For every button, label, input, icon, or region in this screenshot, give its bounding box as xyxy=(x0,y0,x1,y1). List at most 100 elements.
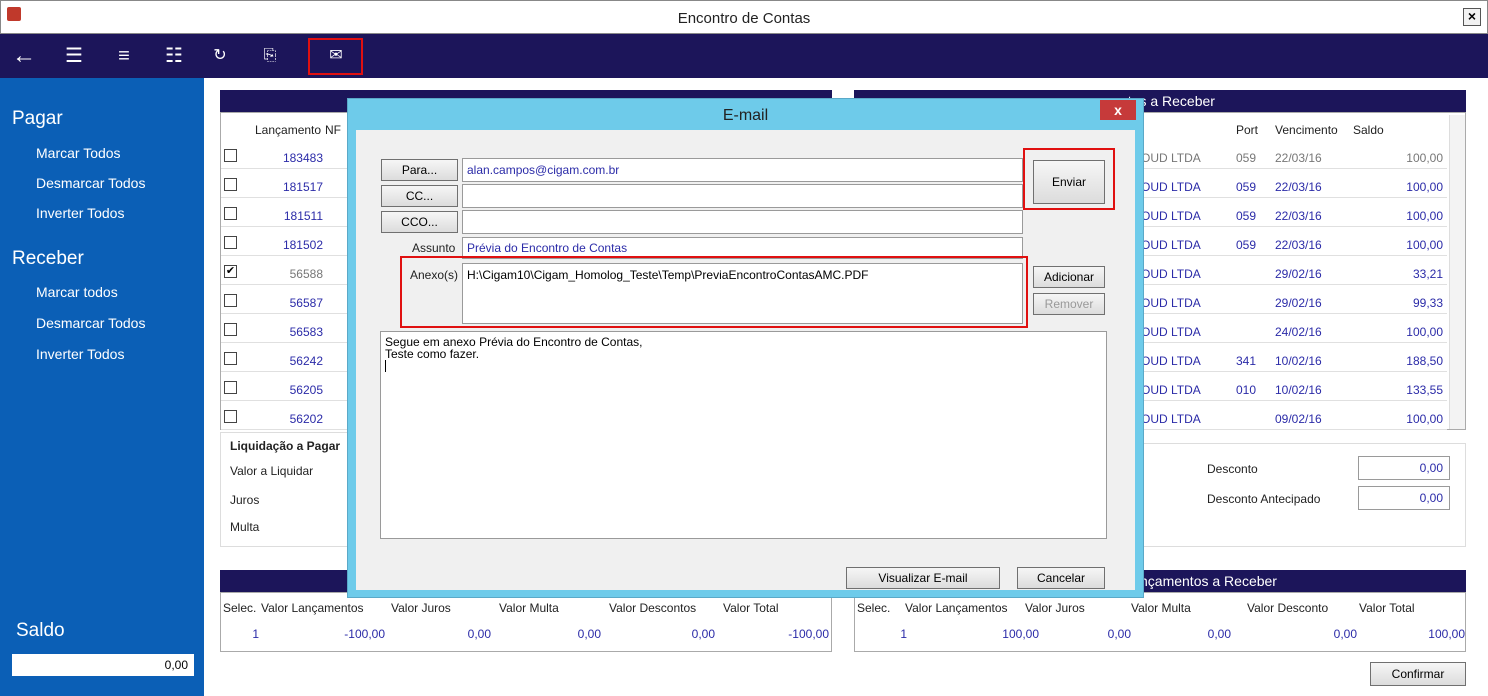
saldo-cell[interactable]: 188,50 xyxy=(1353,354,1443,368)
vencimento-cell[interactable]: 22/03/16 xyxy=(1275,180,1322,194)
row-checkbox[interactable]: ✔ xyxy=(224,265,237,278)
vencimento-cell[interactable]: 10/02/16 xyxy=(1275,383,1322,397)
lancamento-cell[interactable]: 56588 xyxy=(255,267,323,281)
row-divider xyxy=(1135,284,1447,285)
checklist-icon[interactable]: ☰ xyxy=(54,34,94,78)
clipboard-icon[interactable]: ⎘ xyxy=(250,34,290,78)
vencimento-cell[interactable]: 22/03/16 xyxy=(1275,151,1322,165)
saldo-cell[interactable]: 33,21 xyxy=(1353,267,1443,281)
liquidacao-title: Liquidação a Pagar xyxy=(230,439,341,453)
vencimento-cell[interactable]: 22/03/16 xyxy=(1275,238,1322,252)
row-checkbox[interactable] xyxy=(224,294,237,307)
lancamento-cell[interactable]: 56202 xyxy=(255,412,323,426)
port-cell[interactable]: 059 xyxy=(1236,238,1256,252)
vencimento-cell[interactable]: 29/02/16 xyxy=(1275,296,1322,310)
cliente-cell[interactable]: OUD LTDA xyxy=(1141,180,1201,194)
filter-list-icon[interactable]: ☷ xyxy=(154,34,194,78)
enviar-highlight xyxy=(1023,148,1115,210)
vencimento-cell[interactable]: 22/03/16 xyxy=(1275,209,1322,223)
cliente-cell[interactable]: OUD LTDA xyxy=(1141,238,1201,252)
confirmar-button[interactable]: Confirmar xyxy=(1370,662,1466,686)
cc-button[interactable]: CC... xyxy=(381,185,458,207)
saldo-cell[interactable]: 133,55 xyxy=(1353,383,1443,397)
saldo-label: Saldo xyxy=(16,620,65,641)
vencimento-cell[interactable]: 29/02/16 xyxy=(1275,267,1322,281)
cliente-cell[interactable]: OUD LTDA xyxy=(1141,209,1201,223)
port-cell[interactable]: 341 xyxy=(1236,354,1256,368)
dialog-close-button[interactable]: x xyxy=(1100,100,1136,120)
row-checkbox[interactable] xyxy=(224,323,237,336)
toolbar: ← ☰ ≡ ☷ ↻ ⎘ ✉ xyxy=(0,34,1488,78)
row-checkbox[interactable] xyxy=(224,381,237,394)
desconto-field[interactable]: 0,00 xyxy=(1358,456,1450,480)
lancamento-cell[interactable]: 56242 xyxy=(255,354,323,368)
pagar-inverter-todos[interactable]: Inverter Todos xyxy=(36,205,124,221)
saldo-cell[interactable]: 100,00 xyxy=(1353,180,1443,194)
sidebar: Pagar Marcar Todos Desmarcar Todos Inver… xyxy=(0,78,204,696)
remover-button[interactable]: Remover xyxy=(1033,293,1105,315)
desconto-antecipado-field[interactable]: 0,00 xyxy=(1358,486,1450,510)
lancamento-cell[interactable]: 181502 xyxy=(255,238,323,252)
row-checkbox[interactable] xyxy=(224,178,237,191)
para-button[interactable]: Para... xyxy=(381,159,458,181)
vencimento-cell[interactable]: 09/02/16 xyxy=(1275,412,1322,426)
multa-label: Multa xyxy=(230,520,260,534)
refresh-icon[interactable]: ↻ xyxy=(200,34,240,78)
pagar-marcar-todos[interactable]: Marcar Todos xyxy=(36,145,121,161)
saldo-cell[interactable]: 100,00 xyxy=(1353,412,1443,426)
port-cell[interactable]: 059 xyxy=(1236,180,1256,194)
email-body-field[interactable]: Segue em anexo Prévia do Encontro de Con… xyxy=(380,331,1107,539)
vencimento-cell[interactable]: 10/02/16 xyxy=(1275,354,1322,368)
visualizar-email-button[interactable]: Visualizar E-mail xyxy=(846,567,1000,589)
port-cell[interactable]: 059 xyxy=(1236,151,1256,165)
close-window-button[interactable]: × xyxy=(1463,8,1481,26)
saldo-cell[interactable]: 100,00 xyxy=(1353,151,1443,165)
saldo-cell[interactable]: 100,00 xyxy=(1353,209,1443,223)
totals-value: -100,00 xyxy=(788,627,829,641)
lancamento-cell[interactable]: 181517 xyxy=(255,180,323,194)
totals-value: 0,00 xyxy=(1333,627,1357,641)
saldo-cell[interactable]: 99,33 xyxy=(1353,296,1443,310)
cancelar-button[interactable]: Cancelar xyxy=(1017,567,1105,589)
cliente-cell[interactable]: OUD LTDA xyxy=(1141,151,1201,165)
receber-inverter-todos[interactable]: Inverter Todos xyxy=(36,346,124,362)
cliente-cell[interactable]: OUD LTDA xyxy=(1141,296,1201,310)
lancamento-cell[interactable]: 181511 xyxy=(255,209,323,223)
receber-desmarcar-todos[interactable]: Desmarcar Todos xyxy=(36,315,145,331)
cliente-cell[interactable]: OUD LTDA xyxy=(1141,383,1201,397)
lancamento-cell[interactable]: 56205 xyxy=(255,383,323,397)
cco-field[interactable] xyxy=(462,210,1023,234)
cliente-cell[interactable]: OUD LTDA xyxy=(1141,412,1201,426)
row-checkbox[interactable] xyxy=(224,352,237,365)
receber-marcar-todos[interactable]: Marcar todos xyxy=(36,284,118,300)
cco-button[interactable]: CCO... xyxy=(381,211,458,233)
port-cell[interactable]: 010 xyxy=(1236,383,1256,397)
para-field[interactable]: alan.campos@cigam.com.br xyxy=(462,158,1023,182)
totals-right-grid: Selec. Valor Lançamentos Valor Juros Valor … xyxy=(854,592,1466,652)
row-checkbox[interactable] xyxy=(224,236,237,249)
saldo-cell[interactable]: 100,00 xyxy=(1353,238,1443,252)
adicionar-button[interactable]: Adicionar xyxy=(1033,266,1105,288)
cliente-cell[interactable]: OUD LTDA xyxy=(1141,354,1201,368)
vertical-scrollbar[interactable] xyxy=(1449,115,1465,429)
vencimento-cell[interactable]: 24/02/16 xyxy=(1275,325,1322,339)
back-arrow-icon[interactable]: ← xyxy=(4,34,44,78)
row-checkbox[interactable] xyxy=(224,207,237,220)
lancamento-cell[interactable]: 56587 xyxy=(255,296,323,310)
totals-value: 0,00 xyxy=(467,627,491,641)
cliente-cell[interactable]: OUD LTDA xyxy=(1141,267,1201,281)
cc-field[interactable] xyxy=(462,184,1023,208)
lancamento-cell[interactable]: 183483 xyxy=(255,151,323,165)
list-icon[interactable]: ≡ xyxy=(104,34,144,78)
saldo-cell[interactable]: 100,00 xyxy=(1353,325,1443,339)
port-cell[interactable]: 059 xyxy=(1236,209,1256,223)
totals-col-header: Valor Total xyxy=(1359,601,1415,615)
lancamento-cell[interactable]: 56583 xyxy=(255,325,323,339)
row-checkbox[interactable] xyxy=(224,149,237,162)
pagar-desmarcar-todos[interactable]: Desmarcar Todos xyxy=(36,175,145,191)
cliente-cell[interactable]: OUD LTDA xyxy=(1141,325,1201,339)
saldo-value: 0,00 xyxy=(12,654,194,676)
totals-left-grid: Selec. Valor Lançamentos Valor Juros Valor … xyxy=(220,592,832,652)
row-divider xyxy=(1135,313,1447,314)
row-checkbox[interactable] xyxy=(224,410,237,423)
